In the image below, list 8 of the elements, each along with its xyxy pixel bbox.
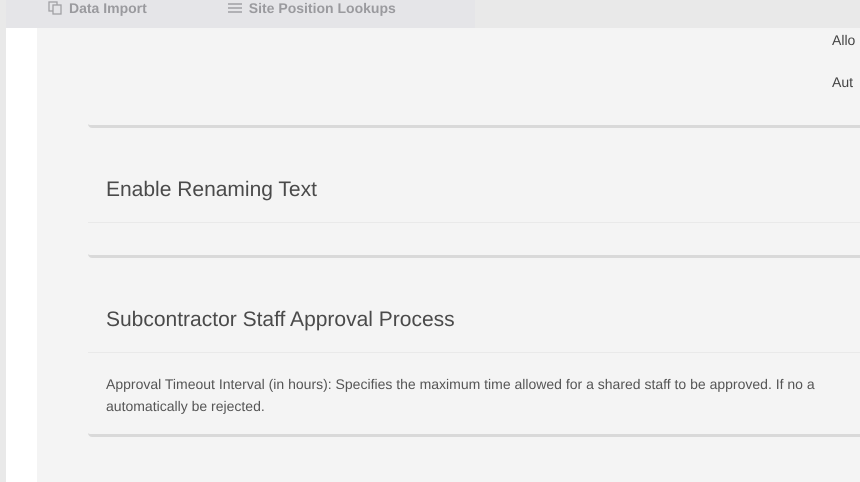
- list-icon: [226, 1, 243, 15]
- setting-label: Allo: [832, 32, 856, 48]
- section-title: Enable Renaming Text: [88, 158, 860, 223]
- tab-label[interactable]: Site Position Lookups: [248, 0, 396, 16]
- setting-label: Aut: [832, 74, 854, 90]
- tab-label[interactable]: Data Import: [69, 0, 147, 16]
- section-title: Subcontractor Staff Approval Process: [88, 288, 860, 353]
- setting-description: Approval Timeout Interval (in hours): Specifies the maximum time allowed for a shared staff to be approved. If no a automatically be rejected.: [105, 375, 816, 416]
